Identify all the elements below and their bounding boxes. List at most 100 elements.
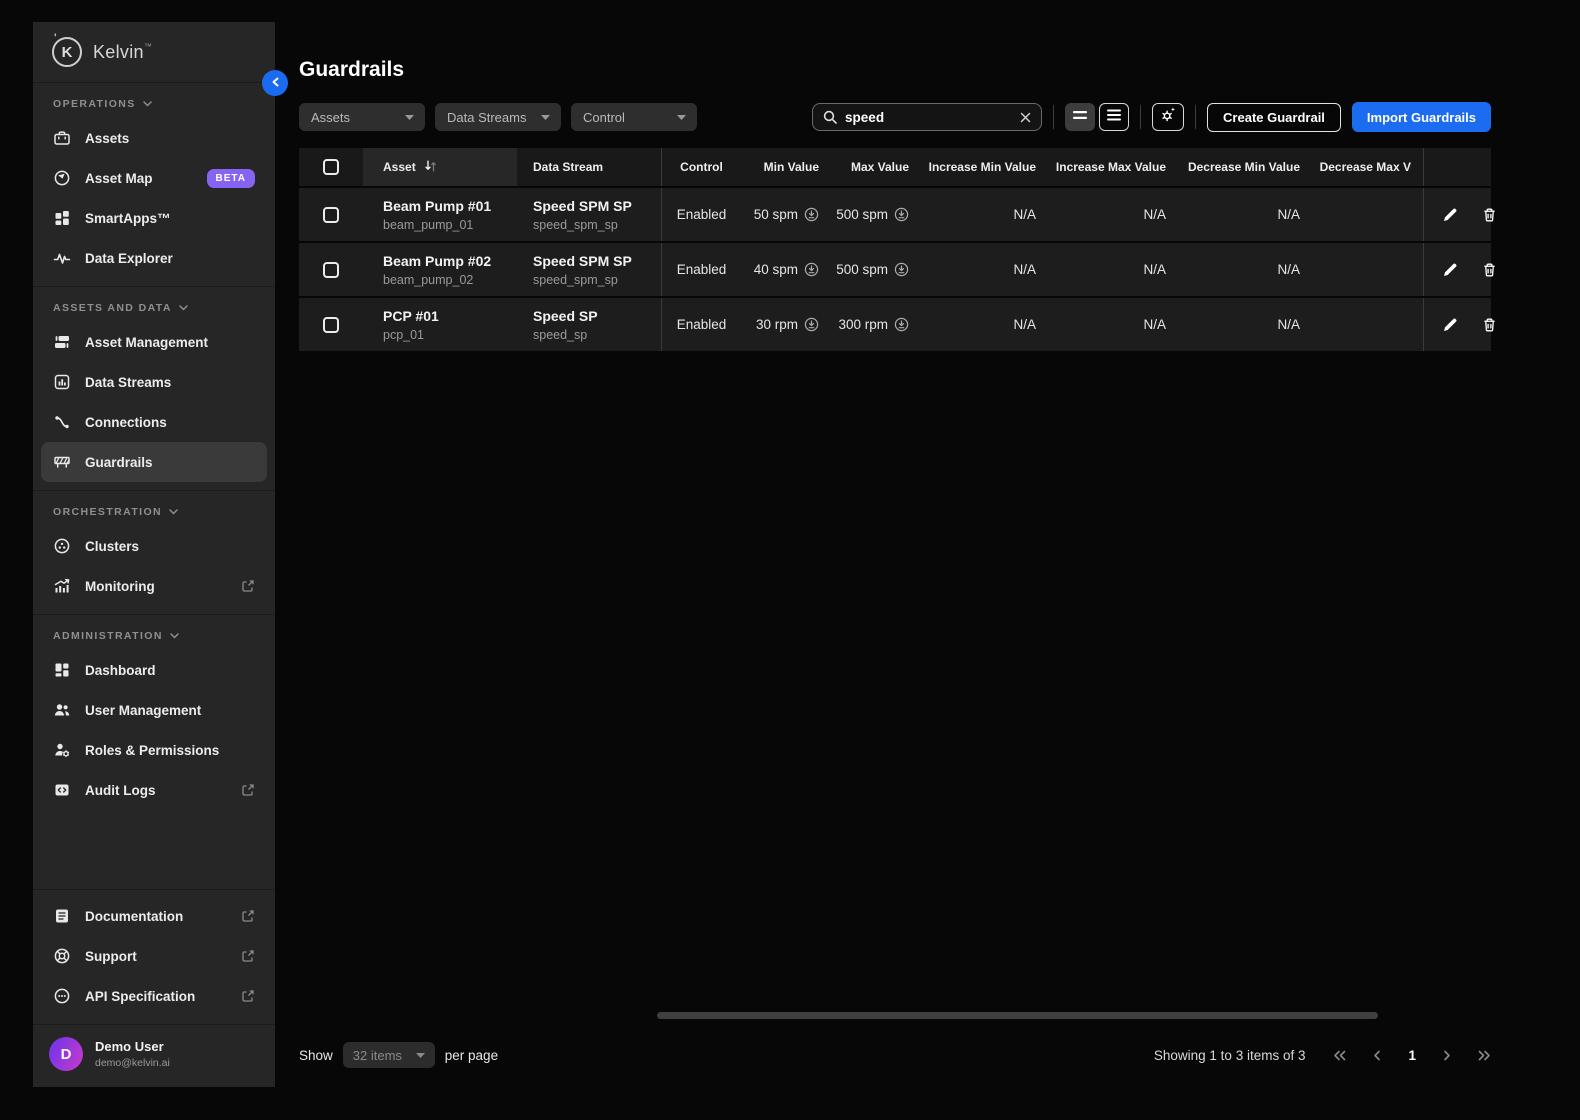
increase-min-cell: N/A — [921, 243, 1048, 296]
section-header-assets-and-data[interactable]: ASSETS AND DATA — [33, 287, 275, 322]
column-header-decrease-min[interactable]: Decrease Min Value — [1178, 148, 1312, 186]
edit-icon[interactable] — [1442, 317, 1458, 333]
table-settings-button[interactable] — [1152, 103, 1184, 131]
sidebar-item-monitoring[interactable]: Monitoring — [41, 566, 267, 606]
section-header-orchestration[interactable]: ORCHESTRATION — [33, 491, 275, 526]
gear-icon — [1159, 106, 1177, 129]
row-actions — [1423, 243, 1515, 296]
sidebar-item-asset-management[interactable]: Asset Management — [41, 322, 267, 362]
search-input[interactable] — [845, 110, 1012, 125]
sidebar-item-label: API Specification — [85, 989, 195, 1004]
sidebar-item-label: Data Streams — [85, 375, 171, 390]
compact-view-button[interactable] — [1099, 103, 1129, 131]
row-checkbox[interactable] — [299, 298, 363, 351]
caret-down-icon — [416, 1053, 425, 1058]
sidebar-item-dashboard[interactable]: Dashboard — [41, 650, 267, 690]
select-all-checkbox[interactable] — [299, 148, 363, 186]
sidebar-item-clusters[interactable]: Clusters — [41, 526, 267, 566]
sidebar-item-smartapps[interactable]: SmartApps™ — [41, 198, 267, 238]
data-stream-cell: Speed SP speed_sp — [517, 298, 661, 351]
section-header-administration[interactable]: ADMINISTRATION — [33, 615, 275, 650]
sidebar-item-guardrails[interactable]: Guardrails — [41, 442, 267, 482]
asset-name: Beam Pump #01 — [383, 198, 491, 214]
filter-assets[interactable]: Assets — [299, 103, 425, 131]
user-name: Demo User — [95, 1039, 170, 1054]
filter-control[interactable]: Control — [571, 103, 697, 131]
column-header-decrease-max[interactable]: Decrease Max V — [1312, 148, 1423, 186]
column-header-data-stream[interactable]: Data Stream — [517, 148, 661, 186]
decrease-max-cell — [1312, 188, 1423, 241]
comfortable-view-button[interactable] — [1065, 103, 1095, 131]
sidebar-item-support[interactable]: Support — [41, 936, 267, 976]
sidebar-item-audit-logs[interactable]: Audit Logs — [41, 770, 267, 810]
column-header-control[interactable]: Control — [661, 148, 741, 186]
min-value-cell: 40 spm — [741, 243, 831, 296]
delete-icon[interactable] — [1482, 262, 1497, 278]
sidebar-item-documentation[interactable]: Documentation — [41, 896, 267, 936]
import-guardrails-button[interactable]: Import Guardrails — [1352, 102, 1491, 132]
sidebar-collapse-button[interactable] — [262, 70, 288, 96]
max-value-cell: 500 spm — [831, 243, 921, 296]
sidebar-item-label: Dashboard — [85, 663, 156, 678]
sidebar-item-label: Asset Map — [85, 171, 153, 186]
delete-icon[interactable] — [1482, 317, 1497, 333]
prev-page-button[interactable] — [1373, 1050, 1381, 1061]
asset-name: Beam Pump #02 — [383, 253, 491, 269]
scrollbar-track — [299, 1012, 1491, 1019]
barrier-icon — [53, 453, 71, 471]
user-profile[interactable]: D Demo User demo@kelvin.ai — [33, 1024, 275, 1087]
external-link-icon — [241, 579, 255, 593]
brand-logo: ' K Kelvin™ — [33, 22, 275, 83]
user-email: demo@kelvin.ai — [95, 1057, 170, 1069]
column-header-min-value[interactable]: Min Value — [741, 148, 831, 186]
row-checkbox[interactable] — [299, 243, 363, 296]
asset-name: PCP #01 — [383, 308, 439, 324]
route-icon — [53, 413, 71, 431]
external-link-icon — [241, 989, 255, 1003]
bar-chart-icon — [53, 373, 71, 391]
life-ring-icon — [53, 947, 71, 965]
sidebar-item-user-management[interactable]: User Management — [41, 690, 267, 730]
asset-cell: Beam Pump #02 beam_pump_02 — [363, 243, 517, 296]
sidebar-item-connections[interactable]: Connections — [41, 402, 267, 442]
sort-icon — [424, 160, 437, 175]
document-icon — [53, 907, 71, 925]
column-header-asset[interactable]: Asset — [363, 148, 517, 186]
sidebar-item-data-streams[interactable]: Data Streams — [41, 362, 267, 402]
dashboard-icon — [53, 661, 71, 679]
next-page-button[interactable] — [1443, 1050, 1451, 1061]
edit-icon[interactable] — [1442, 207, 1458, 223]
per-page-label: per page — [445, 1048, 498, 1063]
monitoring-chart-icon — [53, 577, 71, 595]
filter-data-streams[interactable]: Data Streams — [435, 103, 561, 131]
column-header-increase-max[interactable]: Increase Max Value — [1048, 148, 1178, 186]
chevron-down-icon — [169, 509, 178, 515]
user-gear-icon — [53, 741, 71, 759]
sidebar-item-label: Guardrails — [85, 455, 153, 470]
last-page-button[interactable] — [1478, 1050, 1491, 1061]
pagination-bar: Show 32 items per page Showing 1 to 3 it… — [299, 1040, 1491, 1070]
column-header-increase-min[interactable]: Increase Min Value — [921, 148, 1048, 186]
horizontal-scrollbar[interactable] — [657, 1012, 1378, 1019]
current-page[interactable]: 1 — [1408, 1048, 1416, 1063]
first-page-button[interactable] — [1333, 1050, 1346, 1061]
delete-icon[interactable] — [1482, 207, 1497, 223]
sidebar-item-data-explorer[interactable]: Data Explorer — [41, 238, 267, 278]
row-checkbox[interactable] — [299, 188, 363, 241]
page-size-select[interactable]: 32 items — [343, 1042, 435, 1068]
circle-arrow-down-icon — [804, 317, 819, 332]
sidebar-item-label: Monitoring — [85, 579, 155, 594]
column-header-max-value[interactable]: Max Value — [831, 148, 921, 186]
sidebar-item-assets[interactable]: Assets — [41, 118, 267, 158]
pagination-controls: Showing 1 to 3 items of 3 1 — [1154, 1048, 1491, 1063]
sidebar-footer-links: Documentation Support API Specification — [33, 889, 275, 1024]
section-header-operations[interactable]: OPERATIONS — [33, 83, 275, 118]
edit-icon[interactable] — [1442, 262, 1458, 278]
sidebar-item-api-specification[interactable]: API Specification — [41, 976, 267, 1016]
sidebar-item-asset-map[interactable]: Asset Map BETA — [41, 158, 267, 198]
chevron-down-icon — [143, 101, 152, 107]
create-guardrail-button[interactable]: Create Guardrail — [1207, 103, 1341, 132]
clear-search-icon[interactable] — [1020, 112, 1031, 123]
sidebar-item-roles-permissions[interactable]: Roles & Permissions — [41, 730, 267, 770]
sidebar-item-label: Roles & Permissions — [85, 743, 219, 758]
